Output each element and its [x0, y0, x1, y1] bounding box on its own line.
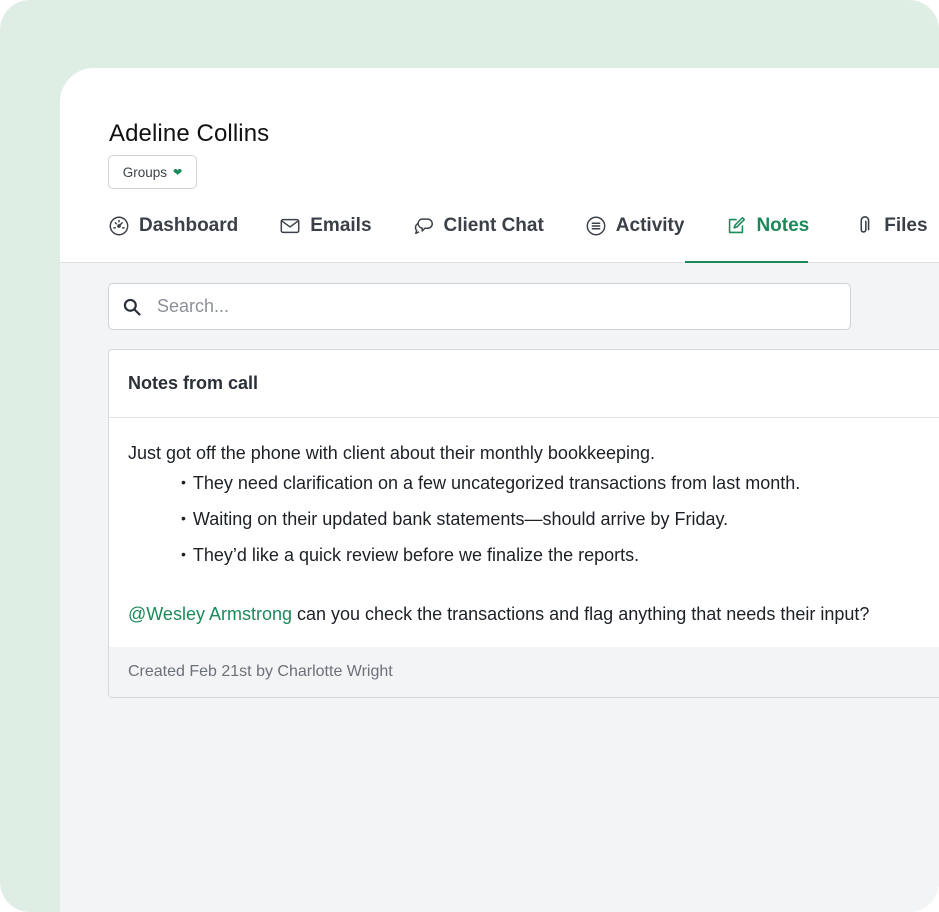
tab-dashboard[interactable]: Dashboard	[108, 209, 238, 243]
note-intro: Just got off the phone with client about…	[128, 443, 656, 463]
list-icon	[586, 216, 606, 236]
tab-notes[interactable]: Notes	[725, 209, 809, 243]
client-name: Adeline Collins	[109, 120, 270, 147]
note-title: Notes from call	[109, 350, 939, 418]
note-card: Notes from call Just got off the phone w…	[108, 349, 939, 698]
tab-emails-label: Emails	[310, 215, 372, 236]
client-header: Adeline Collins Groups ❤ Dashboard Email…	[60, 68, 939, 263]
note-bullet-list: They need clarification on a few uncateg…	[181, 466, 939, 574]
app-backdrop: Adeline Collins Groups ❤ Dashboard Email…	[0, 0, 939, 912]
tab-client-chat-label: Client Chat	[443, 215, 544, 236]
mention-text: can you check the transactions and flag …	[292, 604, 870, 624]
gauge-icon	[109, 216, 129, 236]
search-box[interactable]	[108, 283, 851, 330]
groups-label: Groups	[122, 164, 168, 180]
chevron-down-icon: ❤	[173, 167, 183, 179]
note-mention-line: @Wesley Armstrong can you check the tran…	[128, 601, 939, 627]
envelope-icon	[280, 218, 300, 234]
tab-bar: Dashboard Emails Client Chat Activity No…	[108, 209, 928, 263]
search-input[interactable]	[157, 296, 807, 317]
user-mention-link[interactable]: @Wesley Armstrong	[128, 604, 292, 624]
tab-files-label: Files	[884, 215, 928, 236]
tab-activity[interactable]: Activity	[585, 209, 685, 243]
tab-files[interactable]: Files	[853, 209, 928, 243]
list-item: Waiting on their updated bank statements…	[181, 502, 939, 538]
tab-client-chat[interactable]: Client Chat	[413, 209, 544, 243]
chat-bubbles-icon	[414, 218, 433, 235]
client-panel: Adeline Collins Groups ❤ Dashboard Email…	[60, 68, 939, 912]
paperclip-icon	[860, 216, 870, 233]
tab-dashboard-label: Dashboard	[139, 215, 239, 236]
groups-dropdown[interactable]: Groups ❤	[108, 155, 197, 189]
list-item: They need clarification on a few uncateg…	[181, 466, 939, 502]
note-footer: Created Feb 21st by Charlotte Wright	[109, 647, 939, 697]
search-icon	[123, 298, 141, 316]
tab-activity-label: Activity	[615, 215, 685, 236]
note-body: Just got off the phone with client about…	[109, 418, 939, 627]
list-item: They’d like a quick review before we fin…	[181, 538, 939, 574]
active-tab-indicator	[685, 261, 808, 263]
tab-notes-label: Notes	[756, 215, 810, 236]
tab-emails[interactable]: Emails	[279, 209, 372, 243]
edit-note-icon	[729, 216, 746, 234]
